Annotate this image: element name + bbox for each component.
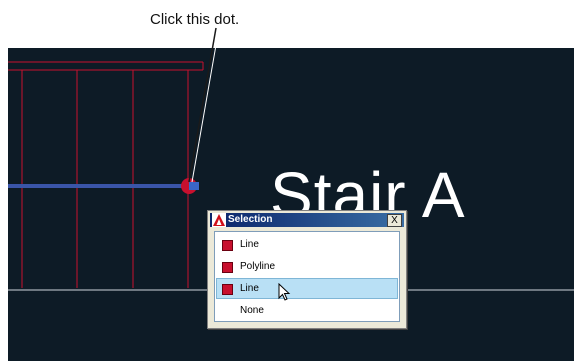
callout-text: Click this dot. xyxy=(150,11,240,28)
list-item-label: Line xyxy=(240,239,259,250)
color-swatch-icon xyxy=(222,240,233,251)
selection-list: Line Polyline Line None xyxy=(214,231,400,322)
list-item-label: None xyxy=(240,305,264,316)
dialog-titlebar[interactable]: Selection X xyxy=(210,213,404,227)
list-item[interactable]: None xyxy=(216,300,398,321)
autocad-logo-icon xyxy=(212,213,226,227)
list-item[interactable]: Line xyxy=(216,278,398,299)
list-item[interactable]: Polyline xyxy=(216,256,398,277)
list-item-label: Line xyxy=(240,283,259,294)
dialog-title: Selection xyxy=(228,214,273,225)
list-item-label: Polyline xyxy=(240,261,276,272)
color-swatch-icon xyxy=(222,262,233,273)
selection-dialog: Selection X Line Polyline Line None xyxy=(207,210,407,329)
list-item[interactable]: Line xyxy=(216,234,398,255)
mouse-pointer-icon xyxy=(278,283,291,301)
color-swatch-icon xyxy=(222,284,233,295)
callout: Click this dot. xyxy=(0,0,574,48)
close-button[interactable]: X xyxy=(387,214,402,227)
